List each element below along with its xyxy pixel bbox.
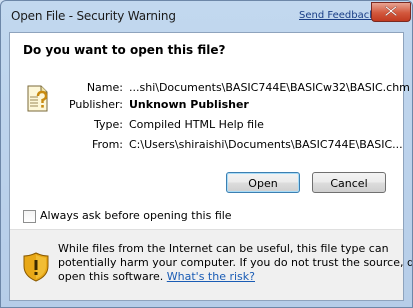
warning-line-1: While files from the Internet can be use… (58, 242, 389, 255)
publisher-value: Unknown Publisher (129, 98, 249, 111)
from-row: From: C:\Users\shiraishi\Documents\BASIC… (10, 138, 403, 154)
warning-text: While files from the Internet can be use… (58, 242, 413, 284)
from-label: From: (92, 138, 123, 151)
type-label: Type: (94, 118, 123, 131)
name-row: Name: ...shi\Documents\BASIC744E\BASICw3… (10, 81, 410, 97)
send-feedback-link[interactable]: Send Feedback (299, 10, 375, 21)
type-row: Type: Compiled HTML Help file (10, 118, 403, 134)
cancel-button[interactable]: Cancel (312, 172, 386, 193)
title-bar[interactable]: Open File - Security Warning Send Feedba… (1, 1, 412, 31)
always-ask-label[interactable]: Always ask before opening this file (40, 209, 232, 222)
window-title: Open File - Security Warning (11, 9, 176, 23)
dialog-heading: Do you want to open this file? (23, 43, 226, 57)
name-label: Name: (86, 81, 123, 94)
open-button[interactable]: Open (226, 172, 300, 193)
always-ask-checkbox[interactable] (23, 210, 36, 223)
type-value: Compiled HTML Help file (129, 118, 264, 131)
dialog-body: Do you want to open this file? Name: ...… (9, 32, 413, 301)
publisher-label: Publisher: (68, 98, 123, 111)
close-icon (385, 6, 397, 16)
from-value: C:\Users\shiraishi\Documents\BASIC744E\B… (129, 138, 403, 151)
security-warning-dialog: Open File - Security Warning Send Feedba… (0, 0, 413, 308)
close-button[interactable] (371, 2, 411, 22)
name-value: ...shi\Documents\BASIC744E\BASICw32\BASI… (129, 81, 410, 94)
warning-shield-icon (23, 252, 49, 282)
publisher-row: Publisher: Unknown Publisher (10, 98, 403, 114)
warning-line-3: open this software. What's the risk? (58, 270, 398, 284)
whats-the-risk-link[interactable]: What's the risk? (167, 270, 255, 283)
warning-line-3-text: open this software. (58, 270, 164, 283)
warning-line-2: potentially harm your computer. If you d… (58, 256, 413, 269)
warning-footer: While files from the Internet can be use… (10, 230, 413, 300)
